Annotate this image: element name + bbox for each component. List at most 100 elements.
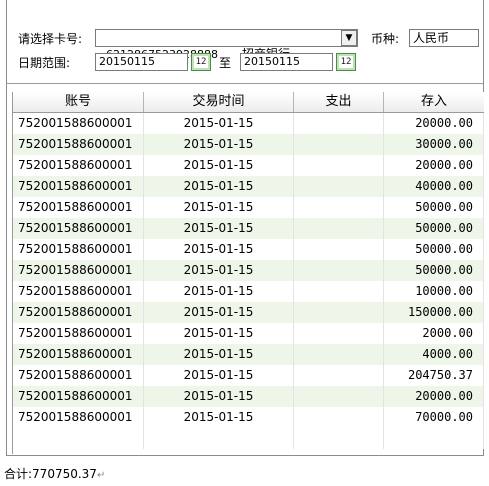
cell-debit — [294, 155, 384, 176]
cell-debit — [294, 407, 384, 428]
chevron-down-icon: ▼ — [345, 33, 353, 43]
cell-credit: 10000.00 — [384, 281, 484, 302]
cell-credit: 20000.00 — [384, 386, 484, 407]
table-row[interactable]: 752001588600001 2015-01-15 70000.00 — [13, 407, 484, 428]
calendar-icon[interactable]: 12 — [191, 53, 211, 71]
table-row[interactable]: 752001588600001 2015-01-15 20000.00 — [13, 386, 484, 407]
empty-cell — [294, 428, 384, 449]
table-row[interactable]: 752001588600001 2015-01-15 204750.37 — [13, 365, 484, 386]
cell-credit: 30000.00 — [384, 134, 484, 155]
cell-account: 752001588600001 — [13, 302, 144, 323]
table-row[interactable]: 752001588600001 2015-01-15 50000.00 — [13, 260, 484, 281]
cell-credit: 50000.00 — [384, 197, 484, 218]
cell-time: 2015-01-15 — [144, 155, 294, 176]
calendar-icon[interactable]: 12 — [336, 53, 356, 71]
cell-debit — [294, 239, 384, 260]
cell-credit: 204750.37 — [384, 365, 484, 386]
return-mark: ↵ — [96, 470, 106, 481]
cell-account: 752001588600001 — [13, 155, 144, 176]
cell-account: 752001588600001 — [13, 197, 144, 218]
table-row[interactable]: 752001588600001 2015-01-15 2000.00 — [13, 323, 484, 344]
cell-time: 2015-01-15 — [144, 302, 294, 323]
cell-credit: 50000.00 — [384, 239, 484, 260]
total-label: 合计: — [4, 467, 33, 481]
table-row[interactable]: 752001588600001 2015-01-15 10000.00 — [13, 281, 484, 302]
header-credit[interactable]: 存入 — [384, 92, 484, 112]
table-row[interactable]: 752001588600001 2015-01-15 20000.00 — [13, 155, 484, 176]
cell-debit — [294, 260, 384, 281]
cell-credit: 70000.00 — [384, 407, 484, 428]
table-row[interactable]: 752001588600001 2015-01-15 50000.00 — [13, 218, 484, 239]
cell-account: 752001588600001 — [13, 176, 144, 197]
cell-debit — [294, 323, 384, 344]
empty-cell — [144, 428, 294, 449]
cell-time: 2015-01-15 — [144, 113, 294, 134]
cell-time: 2015-01-15 — [144, 407, 294, 428]
table-row[interactable]: 752001588600001 2015-01-15 4000.00 — [13, 344, 484, 365]
cell-account: 752001588600001 — [13, 281, 144, 302]
card-dropdown-button[interactable]: ▼ — [341, 30, 357, 46]
cell-debit — [294, 281, 384, 302]
cell-debit — [294, 386, 384, 407]
empty-row — [13, 428, 484, 449]
currency-label: 币种: — [371, 32, 400, 46]
transactions-table[interactable]: 账号 交易时间 支出 存入 752001588600001 2015-01-15 2… — [12, 92, 484, 454]
table-row[interactable]: 752001588600001 2015-01-15 40000.00 — [13, 176, 484, 197]
table-row[interactable]: 752001588600001 2015-01-15 50000.00 — [13, 239, 484, 260]
card-select[interactable]: 6212867523928888招商银行 — [95, 29, 358, 61]
table-body: 752001588600001 2015-01-15 20000.00 7520015… — [13, 113, 484, 449]
cell-time: 2015-01-15 — [144, 323, 294, 344]
empty-cell — [13, 428, 144, 449]
cell-account: 752001588600001 — [13, 260, 144, 281]
cell-account: 752001588600001 — [13, 386, 144, 407]
cell-debit — [294, 113, 384, 134]
card-label: 请选择卡号: — [18, 32, 83, 46]
date-to-label: 至 — [219, 56, 232, 70]
header-time[interactable]: 交易时间 — [144, 92, 294, 112]
cell-credit: 50000.00 — [384, 260, 484, 281]
cell-credit: 20000.00 — [384, 113, 484, 134]
cell-credit: 150000.00 — [384, 302, 484, 323]
table-row[interactable]: 752001588600001 2015-01-15 50000.00 — [13, 197, 484, 218]
cell-debit — [294, 197, 384, 218]
cell-time: 2015-01-15 — [144, 386, 294, 407]
cell-time: 2015-01-15 — [144, 239, 294, 260]
cell-debit — [294, 134, 384, 155]
cell-account: 752001588600001 — [13, 113, 144, 134]
cell-credit: 40000.00 — [384, 176, 484, 197]
cell-time: 2015-01-15 — [144, 197, 294, 218]
cell-account: 752001588600001 — [13, 134, 144, 155]
cell-credit: 20000.00 — [384, 155, 484, 176]
date-range-label: 日期范围: — [18, 56, 71, 70]
cell-time: 2015-01-15 — [144, 365, 294, 386]
cell-debit — [294, 176, 384, 197]
total-line: 合计:770750.37↵ — [4, 466, 105, 484]
table-header: 账号 交易时间 支出 存入 — [13, 92, 484, 113]
cell-time: 2015-01-15 — [144, 134, 294, 155]
cell-time: 2015-01-15 — [144, 176, 294, 197]
date-from-input[interactable]: 20150115 — [95, 53, 188, 71]
table-row[interactable]: 752001588600001 2015-01-15 150000.00 — [13, 302, 484, 323]
table-row[interactable]: 752001588600001 2015-01-15 20000.00 — [13, 113, 484, 134]
currency-field[interactable]: 人民币 — [409, 29, 479, 47]
header-debit[interactable]: 支出 — [294, 92, 384, 112]
cell-time: 2015-01-15 — [144, 260, 294, 281]
cell-time: 2015-01-15 — [144, 344, 294, 365]
cell-debit — [294, 365, 384, 386]
cell-time: 2015-01-15 — [144, 218, 294, 239]
cell-account: 752001588600001 — [13, 344, 144, 365]
table-row[interactable]: 752001588600001 2015-01-15 30000.00 — [13, 134, 484, 155]
cell-account: 752001588600001 — [13, 323, 144, 344]
cell-account: 752001588600001 — [13, 239, 144, 260]
cell-account: 752001588600001 — [13, 365, 144, 386]
cell-account: 752001588600001 — [13, 407, 144, 428]
cell-time: 2015-01-15 — [144, 281, 294, 302]
cell-credit: 2000.00 — [384, 323, 484, 344]
cell-credit: 4000.00 — [384, 344, 484, 365]
total-value: 770750.37 — [32, 467, 97, 481]
date-to-input[interactable]: 20150115 — [240, 53, 333, 71]
cell-debit — [294, 344, 384, 365]
header-account[interactable]: 账号 — [13, 92, 144, 112]
cell-debit — [294, 218, 384, 239]
cell-credit: 50000.00 — [384, 218, 484, 239]
